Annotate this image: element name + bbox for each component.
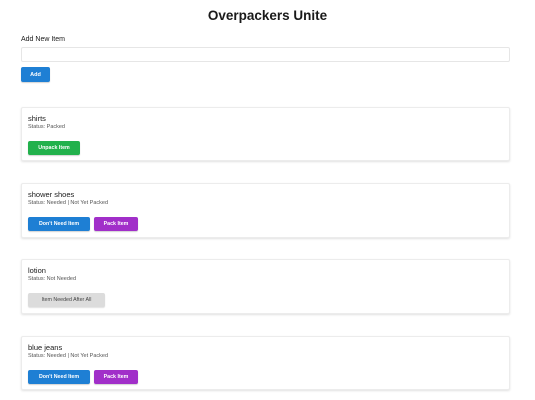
item-name: lotion (28, 266, 46, 275)
item-status: Status: Not Needed (28, 276, 77, 282)
unpack-item-button[interactable]: Unpack Item (28, 141, 80, 155)
item-card-lotion: lotion Status: Not Needed Item Needed Af… (21, 259, 510, 314)
dont-need-item-button[interactable]: Don't Need Item (28, 217, 90, 231)
item-card-shirts: shirts Status: Packed Unpack Item (21, 107, 510, 161)
item-name: shower shoes (28, 190, 75, 199)
dont-need-item-button[interactable]: Don't Need Item (28, 370, 90, 384)
add-button[interactable]: Add (21, 67, 50, 82)
item-card-blue-jeans: blue jeans Status: Needed | Not Yet Pack… (21, 336, 510, 390)
item-status: Status: Needed | Not Yet Packed (28, 200, 109, 206)
item-card-shower-shoes: shower shoes Status: Needed | Not Yet Pa… (21, 183, 510, 238)
item-name: shirts (28, 114, 46, 123)
add-item-input[interactable] (21, 47, 510, 62)
pack-item-button[interactable]: Pack Item (94, 370, 138, 384)
item-status: Status: Needed | Not Yet Packed (28, 353, 109, 359)
item-status: Status: Packed (28, 124, 65, 130)
item-name: blue jeans (28, 343, 63, 352)
packing-list-page: Overpackers Unite Add New Item Add shirt… (0, 0, 535, 400)
page-title: Overpackers Unite (207, 8, 328, 23)
add-item-label: Add New Item (21, 36, 65, 43)
pack-item-button[interactable]: Pack Item (94, 217, 138, 231)
item-needed-after-all-button[interactable]: Item Needed After All (28, 293, 105, 307)
